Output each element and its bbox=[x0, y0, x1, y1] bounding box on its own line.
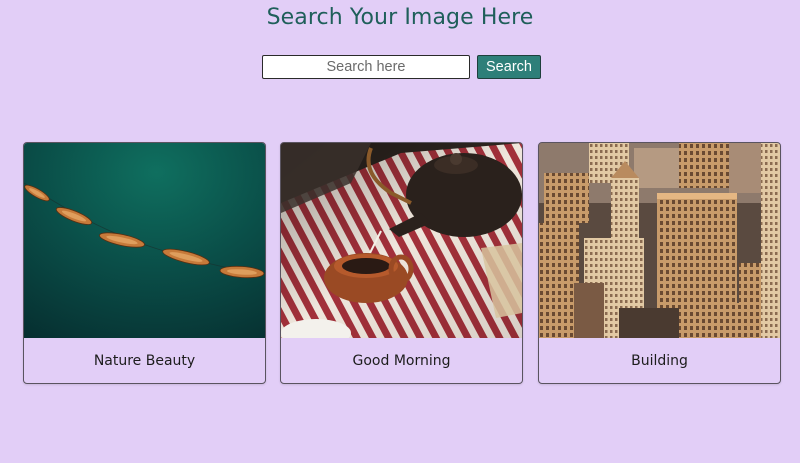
card-caption: Building bbox=[631, 353, 688, 369]
card-caption: Nature Beauty bbox=[93, 353, 196, 369]
image-card-nature-beauty[interactable]: Nature Beauty bbox=[23, 142, 266, 384]
search-button[interactable]: Search bbox=[477, 55, 541, 79]
page-title: Search Your Image Here bbox=[266, 5, 534, 30]
card-image-boats bbox=[24, 143, 265, 338]
card-image-teapot bbox=[281, 143, 522, 338]
image-card-good-morning[interactable]: Good Morning bbox=[280, 142, 523, 384]
card-image-buildings bbox=[539, 143, 780, 338]
card-caption: Good Morning bbox=[352, 353, 451, 369]
image-card-building[interactable]: Building bbox=[538, 142, 781, 384]
search-input[interactable] bbox=[262, 55, 470, 79]
